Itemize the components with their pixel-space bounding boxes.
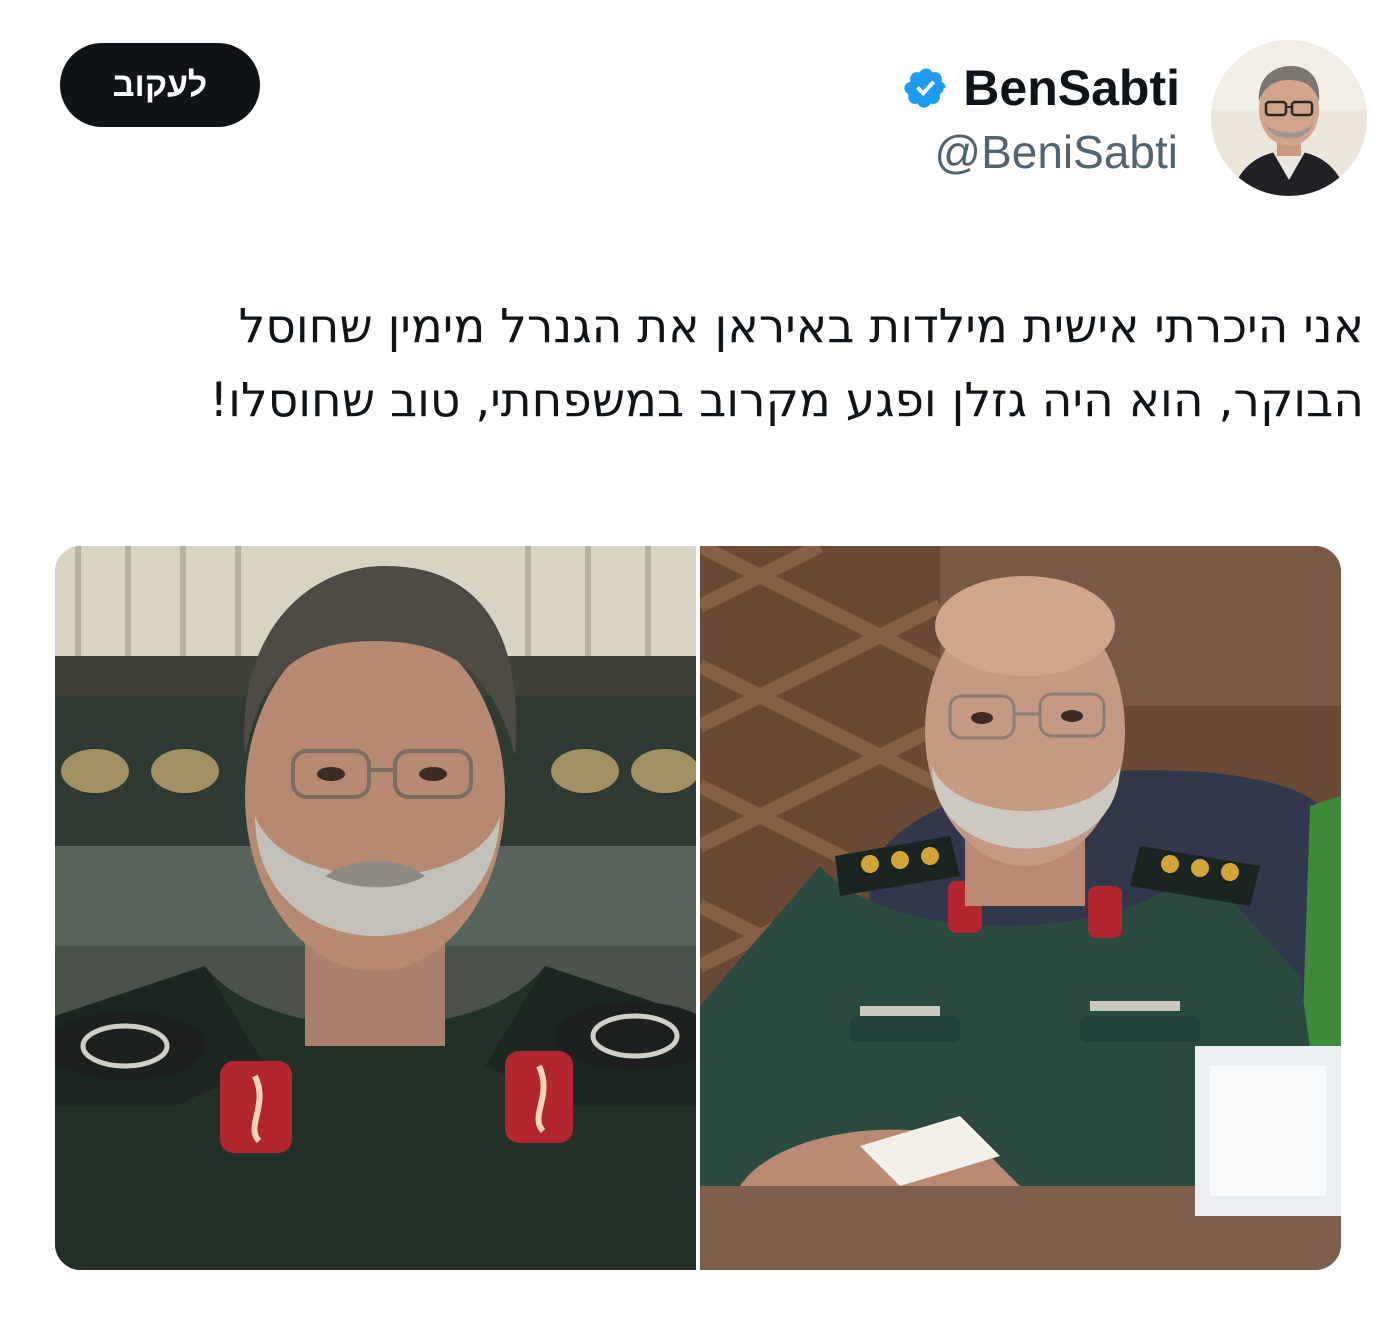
avatar-photo [1211,40,1367,196]
tweet-card: לעקוב BenSabti @BeniSabti אני היכרתי איש… [0,0,1400,1322]
follow-button[interactable]: לעקוב [60,43,260,127]
tweet-line: הבוקר, הוא היה גזלן ופגע מקרוב במשפחתי, … [209,373,1364,428]
author-handle[interactable]: @BeniSabti [934,124,1178,180]
verified-badge-icon [904,68,946,108]
portrait-photo-left[interactable] [55,546,696,1270]
tweet-media[interactable] [55,546,1341,1270]
avatar[interactable] [1211,40,1367,196]
tweet-text: אני היכרתי אישית מילדות באיראן את הגנרל … [40,290,1364,438]
author-display-name[interactable]: BenSabti [963,58,1180,118]
tweet-line: אני היכרתי אישית מילדות באיראן את הגנרל … [238,299,1364,354]
portrait-photo-right[interactable] [700,546,1341,1270]
author-name-row[interactable]: BenSabti [903,58,1180,118]
